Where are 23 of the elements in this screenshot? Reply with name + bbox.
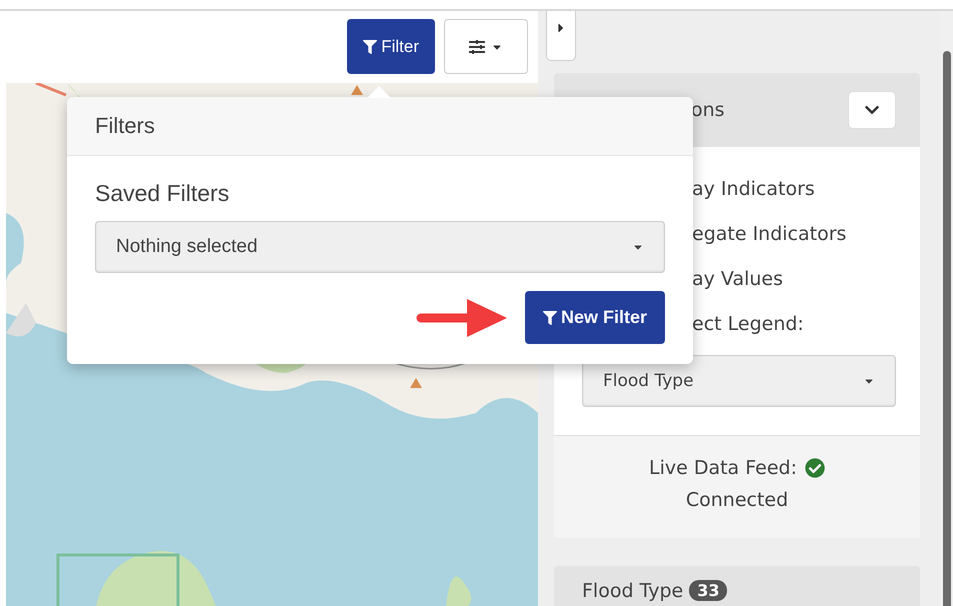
filter-button[interactable]: Filter: [347, 19, 435, 74]
feed-label: Live Data Feed:: [649, 456, 797, 481]
card-title: Flood Type: [582, 580, 684, 602]
card-title: ons: [691, 99, 725, 121]
filter-icon: [542, 310, 557, 324]
new-filter-button[interactable]: New Filter: [524, 291, 665, 344]
popover-title: Filters: [95, 113, 155, 139]
count-badge: 33: [689, 580, 728, 601]
filter-icon: [363, 40, 378, 54]
saved-filters-select[interactable]: Nothing selected: [95, 221, 665, 273]
arrow-icon: [414, 296, 509, 338]
legend-select[interactable]: Flood Type: [582, 355, 896, 407]
option-label: egate Indicators: [692, 222, 846, 247]
option-label: ay Values: [692, 267, 784, 292]
scrollbar-thumb[interactable]: [942, 51, 950, 606]
option-label: ay Indicators: [692, 177, 815, 202]
option-label: ect Legend:: [692, 312, 804, 337]
sliders-icon: [469, 38, 485, 54]
collapse-button[interactable]: [848, 91, 896, 129]
settings-dropdown-button[interactable]: [444, 19, 528, 74]
feed-status: Connected: [686, 488, 788, 513]
saved-filters-label: Saved Filters: [95, 180, 230, 207]
panel-toggle-button[interactable]: [546, 11, 576, 61]
